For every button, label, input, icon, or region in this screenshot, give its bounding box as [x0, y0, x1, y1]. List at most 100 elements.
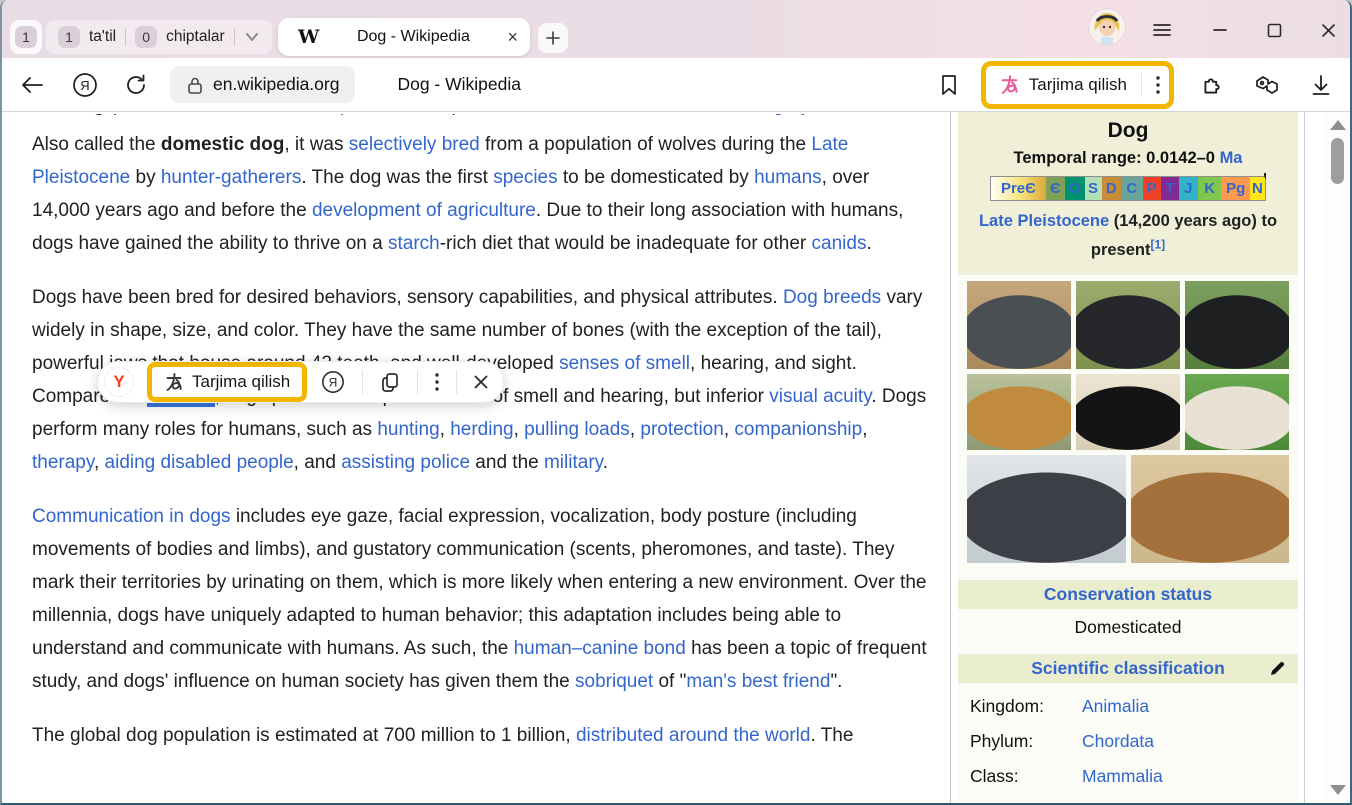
text-link[interactable]: visual acuity	[769, 386, 871, 407]
timescale-segment-D[interactable]: D	[1102, 177, 1121, 200]
text-span: , and	[294, 452, 342, 473]
taxon-rank-label: Phylum:	[970, 724, 1082, 759]
popup-copy-icon[interactable]	[380, 371, 400, 393]
text-link[interactable]: military	[544, 452, 603, 473]
text-link[interactable]: Canis lupus familiaris	[273, 114, 453, 116]
text-link[interactable]: distributed around the world	[576, 725, 810, 746]
text-link[interactable]: man's best friend	[686, 671, 830, 692]
download-icon[interactable]	[1310, 73, 1332, 97]
timescale-segment-Pg[interactable]: Pg	[1221, 177, 1249, 200]
dog-photo-sled-dogs[interactable]	[967, 455, 1126, 563]
popup-close-icon[interactable]	[474, 375, 488, 389]
text-link[interactable]: humans	[754, 167, 822, 188]
text-link[interactable]: therapy	[32, 452, 94, 473]
dog-photo-canaan-dog[interactable]	[1076, 281, 1180, 369]
timescale-segment-Є[interactable]: Є	[1046, 177, 1065, 200]
new-tab-button[interactable]	[538, 23, 568, 53]
text-link[interactable]: gray wolf	[773, 114, 849, 116]
edit-pencil-icon[interactable]	[1269, 660, 1286, 677]
bookmark-icon[interactable]	[939, 73, 959, 97]
text-link[interactable]: Communication in dogs	[32, 506, 231, 527]
address-page-title[interactable]: Dog - Wikipedia	[397, 74, 521, 95]
text-link[interactable]: senses of smell	[559, 353, 690, 374]
text-link[interactable]: human–canine bond	[514, 638, 686, 659]
text-link[interactable]: assisting police	[341, 452, 470, 473]
close-window-button[interactable]	[1314, 16, 1342, 44]
scientific-classification-header[interactable]: Scientific classification	[958, 654, 1298, 683]
dog-photo-golden-retriever[interactable]	[967, 374, 1071, 450]
text-link[interactable]: canids	[812, 233, 867, 254]
text-link[interactable]: pulling loads	[524, 419, 630, 440]
text-link[interactable]: companionship	[734, 419, 862, 440]
text-link[interactable]: herding	[450, 419, 513, 440]
translate-menu-kebab-icon[interactable]	[1156, 76, 1160, 94]
timescale-segment-N[interactable]: N	[1250, 177, 1265, 200]
text-link[interactable]: sobriquet	[575, 671, 653, 692]
timescale-segment-C[interactable]: C	[1121, 177, 1143, 200]
dog-photo-beach-dogs[interactable]	[1131, 455, 1290, 563]
conservation-status-link[interactable]: Conservation status	[1044, 584, 1212, 605]
popup-search-yandex-icon[interactable]: Я	[321, 370, 345, 394]
text-link[interactable]: aiding disabled people	[105, 452, 294, 473]
popup-kebab-icon[interactable]	[435, 373, 439, 391]
text-link[interactable]: domesticated	[499, 114, 612, 116]
refresh-icon[interactable]	[124, 73, 148, 97]
text-link[interactable]: hunter-gatherers	[161, 167, 301, 188]
profile-avatar[interactable]	[1089, 9, 1125, 45]
tab-close-icon[interactable]: ×	[507, 28, 518, 46]
yandex-logo-icon[interactable]: Y	[105, 368, 133, 396]
tab-group[interactable]: 1 ta'til 0 chiptalar	[46, 20, 272, 54]
timescale-segment-S[interactable]: S	[1085, 177, 1102, 200]
text-link[interactable]: Canis familiaris	[116, 114, 245, 116]
text-span: ,	[630, 419, 641, 440]
menu-button[interactable]	[1148, 16, 1176, 44]
chevron-down-icon[interactable]	[244, 31, 260, 43]
text-link[interactable]: starch	[388, 233, 440, 254]
taxon-value-link[interactable]: Animalia	[1082, 689, 1149, 724]
text-span: ,	[94, 452, 105, 473]
dog-photo-japanese-chin[interactable]	[1185, 281, 1289, 369]
pinned-tab[interactable]: 1	[10, 20, 42, 54]
text-link[interactable]: hunting	[377, 419, 439, 440]
passwords-icon[interactable]	[1254, 73, 1280, 97]
dog-photo-jack-russell[interactable]	[1185, 374, 1289, 450]
maximize-button[interactable]	[1260, 16, 1288, 44]
page-scrollbar[interactable]	[1324, 112, 1350, 803]
timescale-segment-J[interactable]: J	[1179, 177, 1198, 200]
selection-popup: Y Tarjima qilish Я	[97, 361, 504, 403]
timescale-segment-P[interactable]: P	[1143, 177, 1162, 200]
tab-dog-wikipedia[interactable]: W Dog - Wikipedia ×	[278, 18, 530, 56]
timescale-segment-O[interactable]: O	[1065, 177, 1085, 200]
text-link[interactable]: Late Pleistocene	[979, 212, 1109, 230]
extensions-puzzle-icon[interactable]	[1200, 72, 1226, 98]
scrollbar-thumb[interactable]	[1331, 138, 1344, 184]
scientific-classification-link[interactable]: Scientific classification	[1031, 658, 1225, 679]
timescale-segment-PreЄ[interactable]: PreЄ	[991, 177, 1046, 200]
text-link[interactable]: species	[493, 167, 557, 188]
conservation-status-header[interactable]: Conservation status	[958, 580, 1298, 609]
timescale-segment-T[interactable]: T	[1161, 177, 1179, 200]
scroll-down-arrow[interactable]	[1330, 785, 1346, 795]
taxon-value-link[interactable]: Carnivora	[1082, 794, 1158, 805]
text-span: ,	[514, 419, 525, 440]
timescale-segment-K[interactable]: K	[1198, 177, 1222, 200]
temporal-unit-link[interactable]: Ma	[1220, 149, 1243, 167]
yandex-search-icon[interactable]: Я	[72, 72, 98, 98]
dog-photo-black-labrador[interactable]	[1076, 374, 1180, 450]
taxon-value-link[interactable]: Mammalia	[1082, 759, 1163, 794]
scroll-up-arrow[interactable]	[1330, 120, 1346, 130]
address-bar[interactable]: en.wikipedia.org	[170, 66, 355, 103]
text-link[interactable]: protection	[640, 419, 723, 440]
text-link[interactable]: [1]	[1150, 238, 1165, 252]
temporal-range-label: Temporal range: 0.0142–0	[1014, 149, 1220, 167]
translate-button[interactable]: Tarjima qilish	[986, 66, 1169, 104]
text-link[interactable]: development of agriculture	[312, 200, 536, 221]
popup-translate-button[interactable]: Tarjima qilish	[152, 367, 302, 397]
dog-photo-mudi-running[interactable]	[967, 281, 1071, 369]
text-link[interactable]: selectively bred	[349, 134, 480, 155]
taxon-value-link[interactable]: Chordata	[1082, 724, 1154, 759]
back-button[interactable]	[20, 75, 44, 95]
text-span: of "	[653, 671, 686, 692]
minimize-button[interactable]	[1206, 16, 1234, 44]
text-link[interactable]: Dog breeds	[783, 287, 881, 308]
